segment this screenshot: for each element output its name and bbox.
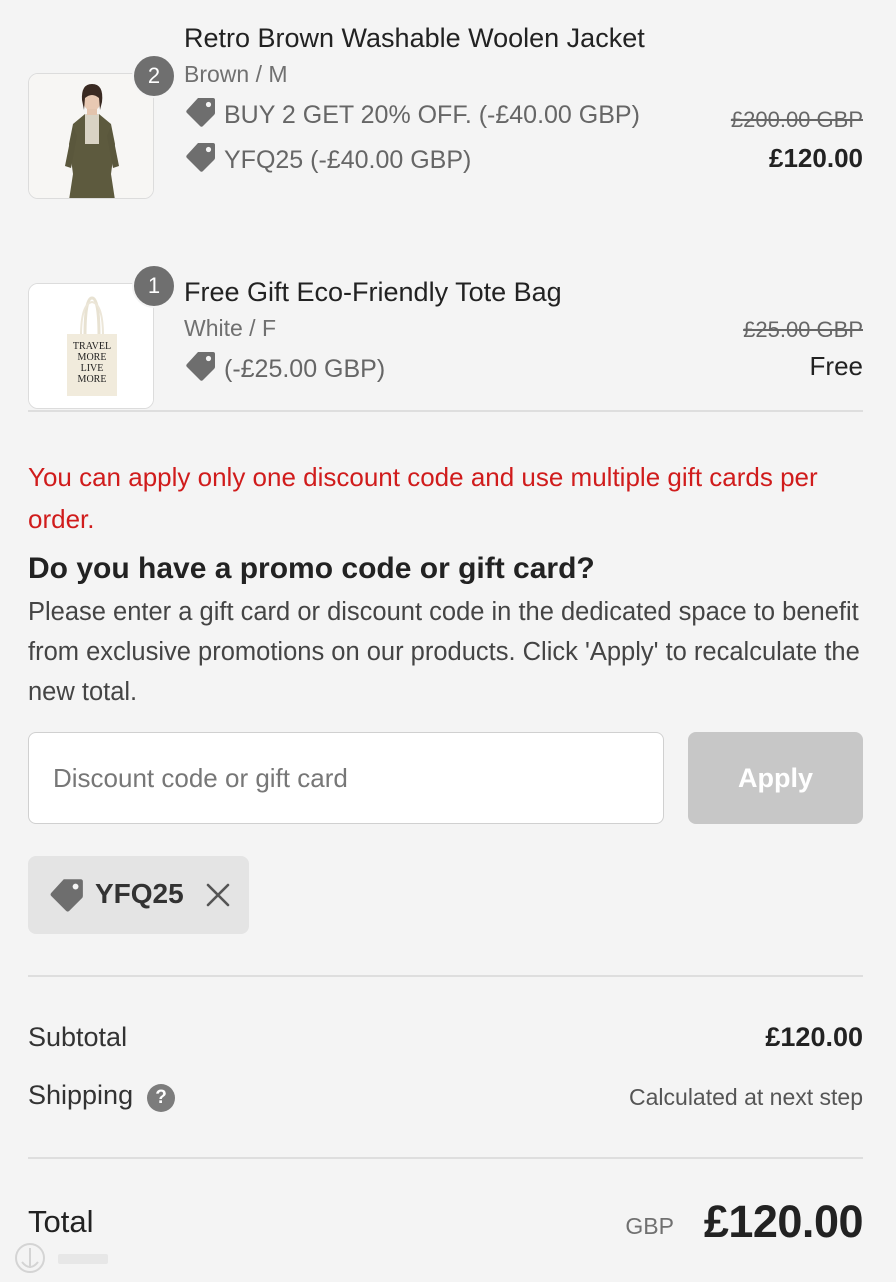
quantity-badge: 1	[132, 264, 176, 308]
item-info: Retro Brown Washable Woolen Jacket Brown…	[184, 20, 654, 178]
item-prices: £25.00 GBP Free	[743, 317, 863, 382]
promo-heading: Do you have a promo code or gift card?	[28, 552, 595, 585]
product-variant: White / F	[184, 315, 277, 341]
tote-print-text: MORE	[77, 352, 107, 363]
discount-line: YFQ25 (-£40.00 GBP)	[184, 141, 654, 178]
sale-price: Free	[809, 351, 863, 381]
tag-icon	[184, 350, 216, 382]
total-currency: GBP	[625, 1213, 674, 1239]
discount-line: BUY 2 GET 20% OFF. (-£40.00 GBP)	[184, 96, 654, 133]
tag-icon	[184, 141, 216, 173]
shipping-label: Shipping	[28, 1080, 134, 1110]
tag-icon	[48, 877, 84, 913]
product-variant: Brown / M	[184, 61, 288, 87]
applied-code-text: YFQ25	[95, 878, 184, 909]
quantity-badge: 2	[132, 54, 176, 98]
tote-print-text: MORE	[77, 374, 107, 385]
close-icon[interactable]	[203, 880, 233, 910]
discount-notice: You can apply only one discount code and…	[28, 462, 818, 534]
product-title: Retro Brown Washable Woolen Jacket	[184, 23, 645, 53]
divider	[28, 410, 863, 412]
watermark-logo	[15, 1243, 108, 1273]
subtotal-value: £120.00	[765, 1022, 863, 1052]
sale-price: £120.00	[769, 143, 863, 173]
divider	[28, 975, 863, 977]
question-circle-icon[interactable]: ?	[147, 1084, 176, 1112]
item-info: Free Gift Eco-Friendly Tote Bag White / …	[184, 274, 654, 387]
shipping-value: Calculated at next step	[629, 1084, 863, 1110]
total-value: £120.00	[703, 1196, 864, 1247]
promo-description: Please enter a gift card or discount cod…	[28, 598, 860, 706]
applied-code-chip: YFQ25	[28, 856, 249, 934]
tote-print-text: TRAVEL	[72, 341, 112, 352]
apply-button[interactable]: Apply	[688, 732, 863, 824]
tag-icon	[184, 96, 216, 128]
tote-print-text: LIVE	[80, 363, 104, 374]
original-price: £25.00 GBP	[743, 317, 863, 342]
discount-text: YFQ25 (-£40.00 GBP)	[224, 146, 472, 174]
total-label: Total	[28, 1204, 94, 1239]
shipping-row-label: Shipping?	[28, 1080, 176, 1112]
product-image-jacket	[28, 73, 154, 199]
subtotal-label: Subtotal	[28, 1022, 128, 1052]
original-price: £200.00 GBP	[730, 107, 863, 132]
product-image-tote: TRAVEL MORE LIVE MORE	[28, 283, 154, 409]
product-title: Free Gift Eco-Friendly Tote Bag	[184, 277, 562, 307]
discount-text: (-£25.00 GBP)	[224, 355, 386, 383]
divider	[28, 1157, 863, 1159]
discount-line: (-£25.00 GBP)	[184, 350, 654, 387]
discount-code-input[interactable]	[28, 732, 664, 824]
item-prices: £200.00 GBP £120.00	[731, 107, 863, 174]
discount-text: BUY 2 GET 20% OFF. (-£40.00 GBP)	[224, 101, 640, 129]
